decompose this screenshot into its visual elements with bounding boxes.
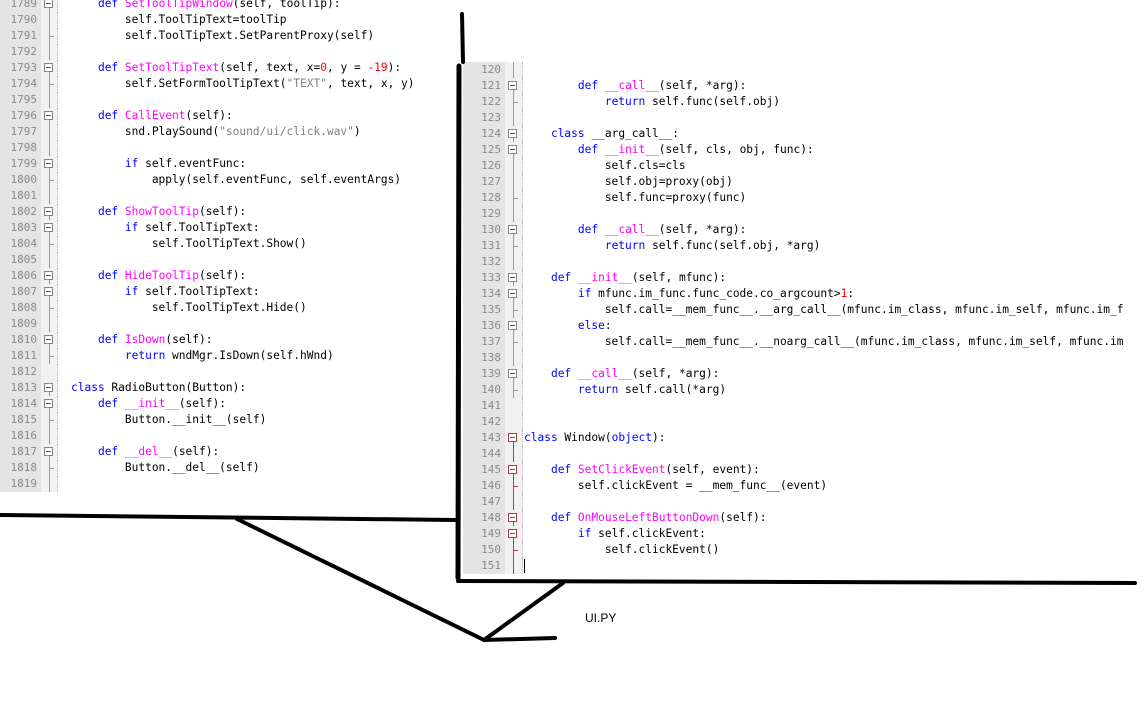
file-caption: UI.PY xyxy=(585,611,617,625)
annotation-strokes xyxy=(0,12,1137,642)
stroke-left-base xyxy=(0,513,457,522)
stroke-right-base xyxy=(456,579,1137,585)
stroke-top-mark xyxy=(460,12,465,64)
stroke-divider xyxy=(455,63,462,581)
